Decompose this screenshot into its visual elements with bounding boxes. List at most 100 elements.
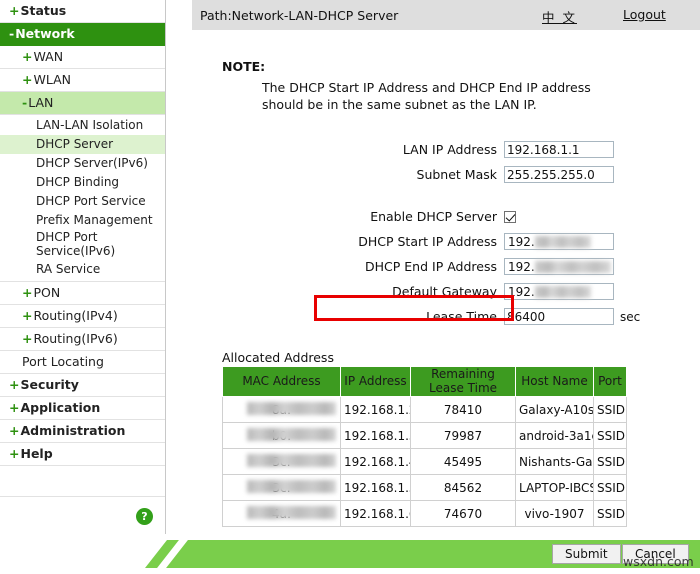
redacted-value [247,454,336,467]
expand-plus-icon: + [22,307,33,323]
dhcp-start-ip-label: DHCP Start IP Address [358,234,497,249]
lease-time-label: Lease Time [426,309,497,324]
sidebar-item-wlan[interactable]: + WLAN [0,69,165,92]
cell-host: Nishants-Galaxy [515,448,594,475]
default-gateway-label: Default Gateway [392,284,497,299]
table-row: 3c: 192.168.1.4 45495 Nishants-Galaxy SS… [222,448,627,475]
sidebar-item-dhcp-port-service[interactable]: DHCP Port Service [0,192,165,211]
sidebar-item-pon[interactable]: + PON [0,282,165,305]
cell-lease: 74670 [410,500,516,527]
sidebar-item-label: Routing(IPv4) [33,307,118,323]
dhcp-end-ip-row: DHCP End IP Address 192. [192,255,700,278]
sidebar-item-dhcp-server-ipv6[interactable]: DHCP Server(IPv6) [0,154,165,173]
logout-link[interactable]: Logout [623,7,666,22]
dhcp-end-ip-label: DHCP End IP Address [365,259,497,274]
allocated-address-title: Allocated Address [222,350,334,365]
sidebar-item-label: DHCP Binding [36,174,120,189]
sidebar-lan-subitems: LAN-LAN Isolation DHCP Server DHCP Serve… [0,115,165,282]
cell-port: SSID1 [593,422,627,449]
sidebar-item-status[interactable]: + Status [0,0,165,23]
enable-dhcp-checkbox[interactable] [504,210,516,223]
sidebar-item-dhcp-server[interactable]: DHCP Server [0,135,165,154]
column-header-host-name: Host Name [515,366,594,397]
cell-port: SSID1 [593,474,627,501]
expand-plus-icon: + [22,48,33,64]
dhcp-start-ip-input[interactable]: 192. [504,233,614,250]
collapse-minus-icon: - [9,25,15,41]
sidebar-item-port-locating[interactable]: Port Locating [0,351,165,374]
cell-port: SSID1 [593,448,627,475]
expand-plus-icon: + [22,71,33,87]
sidebar-item-application[interactable]: + Application [0,397,165,420]
sidebar-item-ra-service[interactable]: RA Service [0,260,165,279]
sidebar-item-label: Port Locating [22,353,104,369]
column-header-ip: IP Address [340,366,411,397]
sidebar-item-label: Status [20,2,67,18]
table-header-row: MAC Address IP Address Remaining Lease T… [222,366,627,397]
sidebar-item-administration[interactable]: + Administration [0,420,165,443]
sidebar-item-dhcp-binding[interactable]: DHCP Binding [0,173,165,192]
default-gateway-row: Default Gateway 192. [192,280,700,303]
dhcp-form: LAN IP Address Subnet Mask Enable DHCP S… [192,138,700,330]
sidebar-item-label: LAN [28,94,54,110]
dhcp-end-ip-input[interactable]: 192. [504,258,614,275]
default-gateway-input[interactable]: 192. [504,283,614,300]
dhcp-start-ip-value: 192. [508,235,535,249]
expand-plus-icon: + [9,422,20,438]
sidebar-item-label: DHCP Port Service(IPv6) [36,230,116,258]
sidebar-item-help[interactable]: + Help [0,443,165,466]
lease-time-input[interactable] [504,308,614,325]
lan-ip-input[interactable] [504,141,614,158]
column-header-port: Port [593,366,627,397]
lease-time-unit: sec [620,309,641,324]
expand-plus-icon: + [9,376,20,392]
redacted-value [247,402,336,415]
sidebar-item-security[interactable]: + Security [0,374,165,397]
sidebar-item-label: DHCP Server(IPv6) [36,155,148,170]
sidebar-item-network[interactable]: - Network [0,23,165,46]
sidebar-item-dhcp-port-service-ipv6[interactable]: DHCP Port Service(IPv6) [0,230,165,260]
content-panel: Path:Network-LAN-DHCP Server 中 文 Logout … [192,0,700,534]
cell-host: vivo-1907 [515,500,594,527]
sidebar-item-lan-lan-isolation[interactable]: LAN-LAN Isolation [0,116,165,135]
sidebar-item-label: RA Service [36,261,101,276]
cell-lease: 79987 [410,422,516,449]
sidebar-item-label: Administration [20,422,126,438]
sidebar-item-label: Network [15,25,75,41]
language-switch-link[interactable]: 中 文 [542,7,577,26]
default-gateway-value: 192. [508,285,535,299]
sidebar-item-routing-ipv4[interactable]: + Routing(IPv4) [0,305,165,328]
sidebar-item-prefix-management[interactable]: Prefix Management [0,211,165,230]
collapse-minus-icon: - [22,94,28,110]
note-body: The DHCP Start IP Address and DHCP End I… [262,80,591,112]
expand-plus-icon: + [9,2,20,18]
submit-button[interactable]: Submit [552,544,621,564]
path-bar: Path:Network-LAN-DHCP Server 中 文 Logout [192,0,700,30]
sidebar-item-routing-ipv6[interactable]: + Routing(IPv6) [0,328,165,351]
sidebar-item-wan[interactable]: + WAN [0,46,165,69]
cell-ip: 192.168.1.6 [340,500,411,527]
subnet-mask-row: Subnet Mask [192,163,700,186]
cell-mac: 4a: [222,500,341,527]
cell-ip: 192.168.1.5 [340,474,411,501]
redacted-value [247,428,336,441]
cell-ip: 192.168.1.3 [340,422,411,449]
lease-time-row: Lease Time sec [192,305,700,328]
dhcp-end-ip-value: 192. [508,260,535,274]
note-title: NOTE: [222,59,266,74]
redacted-value [535,261,611,273]
cell-lease: 45495 [410,448,516,475]
cell-lease: 84562 [410,474,516,501]
table-row: b0: 192.168.1.3 79987 android-3a1e5d SSI… [222,422,627,449]
sidebar-item-label: DHCP Server [36,136,114,151]
sidebar-item-lan[interactable]: - LAN [0,92,165,115]
sidebar-item-label: Routing(IPv6) [33,330,118,346]
subnet-mask-label: Subnet Mask [416,167,497,182]
column-header-remaining-lease: Remaining Lease Time [410,366,516,397]
enable-dhcp-row: Enable DHCP Server [192,205,700,228]
help-question-icon[interactable]: ? [136,508,153,525]
expand-plus-icon: + [9,399,20,415]
cell-host: LAPTOP-IBCSBR [515,474,594,501]
subnet-mask-input[interactable] [504,166,614,183]
expand-plus-icon: + [22,330,33,346]
